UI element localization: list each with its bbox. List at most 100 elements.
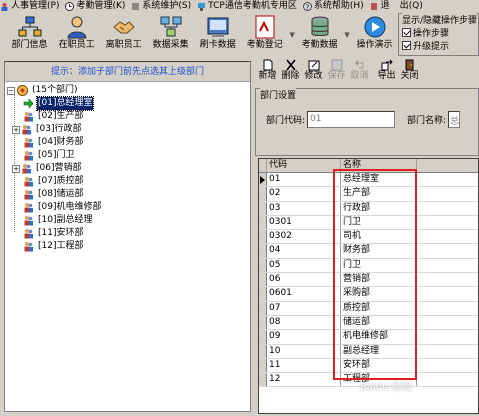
department-name-input[interactable]: 总 [448, 111, 461, 128]
card-data-button[interactable]: 刷卡数据 [194, 13, 241, 56]
department-people-icon [24, 138, 33, 148]
table-row[interactable]: 0301 门卫 [259, 215, 478, 231]
edit-button[interactable]: 修改 [302, 58, 325, 82]
department-people-icon [22, 125, 31, 135]
tree-node[interactable]: [07]质控部 [23, 175, 102, 188]
cell-name[interactable]: 采购部 [341, 287, 417, 301]
menu-personnel[interactable]: 人事管理(P) [0, 0, 59, 13]
table-row[interactable]: 11 安环部 [259, 358, 478, 374]
cell-code[interactable]: 02 [267, 187, 341, 201]
tree-node[interactable]: [12]工程部 [23, 240, 102, 253]
cell-code[interactable]: 12 [267, 373, 341, 387]
table-row[interactable]: 02 生产部 [259, 187, 478, 202]
cell-name[interactable]: 副总经理 [341, 344, 417, 358]
department-info-button[interactable]: 部门信息 [6, 13, 53, 56]
cell-code[interactable]: 08 [267, 315, 341, 330]
menu-exit[interactable]: 退出(Q) [370, 0, 423, 13]
tree-node[interactable]: [01]总经理室 [23, 96, 102, 111]
table-row[interactable]: 07 质控部 [259, 301, 478, 316]
operation-steps-checkbox[interactable]: 操作步骤 [402, 26, 475, 39]
cell-name[interactable]: 营销部 [341, 273, 417, 287]
table-row[interactable]: 09 机电维修部 [259, 330, 478, 345]
cell-name[interactable]: 生产部 [341, 187, 417, 201]
cell-code[interactable]: 10 [267, 344, 341, 358]
export-button[interactable]: 导出 [375, 58, 398, 82]
department-settings-group: 部门设置 部门代码: 01 部门名称: 总 [255, 88, 479, 156]
tree-node[interactable]: [09]机电维修部 [23, 201, 102, 214]
table-row[interactable]: 01 总经理室 [259, 173, 478, 188]
header-code[interactable]: 代码 [267, 159, 341, 172]
save-button[interactable]: 保存 [325, 58, 348, 82]
cell-name[interactable]: 储运部 [341, 315, 417, 330]
tree-node[interactable]: [11]安环部 [23, 227, 102, 240]
cell-name[interactable]: 门卫 [341, 258, 417, 273]
close-door-icon [405, 59, 413, 71]
cell-code[interactable]: 03 [267, 201, 341, 215]
menu-attendance[interactable]: 考勤管理(K) [65, 0, 125, 13]
former-employees-button[interactable]: 离职员工 [100, 13, 147, 56]
undo-icon [354, 60, 363, 69]
tree-root[interactable]: − (15个部门) [7, 84, 102, 97]
collapse-icon[interactable]: − [7, 86, 15, 95]
cell-name[interactable]: 质控部 [341, 301, 417, 315]
demo-button[interactable]: 操作演示 [351, 13, 398, 56]
cell-code[interactable]: 07 [267, 301, 341, 315]
data-collect-button[interactable]: 数据采集 [147, 13, 194, 56]
close-button[interactable]: 关闭 [398, 58, 421, 82]
cell-code[interactable]: 04 [267, 244, 341, 258]
cell-name[interactable]: 总经理室 [341, 173, 417, 187]
cell-code[interactable]: 0301 [267, 215, 341, 230]
attendance-register-button[interactable]: 考勤登记 [241, 13, 288, 56]
cancel-button[interactable]: 取消 [348, 58, 371, 82]
cell-code[interactable]: 0601 [267, 287, 341, 301]
cell-name[interactable]: 司机 [341, 230, 417, 244]
table-row[interactable]: 08 储运部 [259, 315, 478, 331]
tree-node[interactable]: [02]生产部 [23, 110, 102, 123]
table-row[interactable]: 0302 司机 [259, 230, 478, 245]
department-code-label: 部门代码: [266, 116, 306, 126]
header-name[interactable]: 名称 [341, 159, 417, 172]
cell-code[interactable]: 11 [267, 358, 341, 373]
cell-name[interactable]: 机电维修部 [341, 330, 417, 344]
cell-name[interactable]: 门卫 [341, 215, 417, 230]
table-row[interactable]: 0601 采购部 [259, 287, 478, 302]
tree-node[interactable]: [08]储运部 [23, 188, 102, 201]
data-dropdown-arrow[interactable]: ▼ [343, 13, 351, 56]
department-code-input[interactable]: 01 [307, 111, 396, 128]
cell-code[interactable]: 01 [267, 173, 341, 187]
company-icon [17, 85, 28, 96]
upgrade-tips-checkbox[interactable]: 升级提示 [402, 39, 475, 52]
menu-system[interactable]: 系统维护(S) [131, 0, 191, 13]
attendance-data-button[interactable]: 考勤数据 [296, 13, 343, 56]
cell-name[interactable]: 行政部 [341, 201, 417, 215]
cell-name[interactable]: 财务部 [341, 244, 417, 258]
tree-node[interactable]: + [06]营销部 [12, 162, 102, 175]
cell-code[interactable]: 05 [267, 258, 341, 273]
tree-node-label: [07]质控部 [38, 176, 84, 186]
active-employees-button[interactable]: 在职员工 [53, 13, 100, 56]
cell-name[interactable]: 安环部 [341, 358, 417, 373]
tree-node[interactable]: [04]财务部 [23, 136, 102, 149]
menu-tcp[interactable]: TCP通信考勤机专用区 [197, 0, 297, 13]
tree-node[interactable]: + [03]行政部 [12, 123, 102, 136]
cell-code[interactable]: 06 [267, 273, 341, 287]
cell-code[interactable]: 0302 [267, 230, 341, 244]
delete-button[interactable]: 删除 [279, 58, 302, 82]
table-row[interactable]: 06 营销部 [259, 273, 478, 288]
cell-code[interactable]: 09 [267, 330, 341, 344]
tree-node[interactable]: [10]副总经理 [23, 214, 102, 227]
register-dropdown-arrow[interactable]: ▼ [288, 13, 296, 56]
table-row[interactable]: 10 副总经理 [259, 344, 478, 359]
checkbox-checked-icon [402, 27, 411, 37]
table-row[interactable]: 03 行政部 [259, 201, 478, 216]
expand-icon[interactable]: + [12, 164, 20, 173]
tree-node[interactable]: [05]门卫 [23, 149, 102, 162]
menu-help[interactable]: ? 系统帮助(H) [302, 0, 364, 13]
play-demo-icon [364, 16, 386, 38]
expand-icon[interactable]: + [12, 125, 20, 134]
table-row[interactable]: 04 财务部 [259, 244, 478, 259]
new-button[interactable]: 新增 [256, 58, 279, 82]
cell-filler [417, 187, 478, 200]
watermark: Baidu 经验 [360, 382, 412, 393]
table-row[interactable]: 05 门卫 [259, 258, 478, 274]
